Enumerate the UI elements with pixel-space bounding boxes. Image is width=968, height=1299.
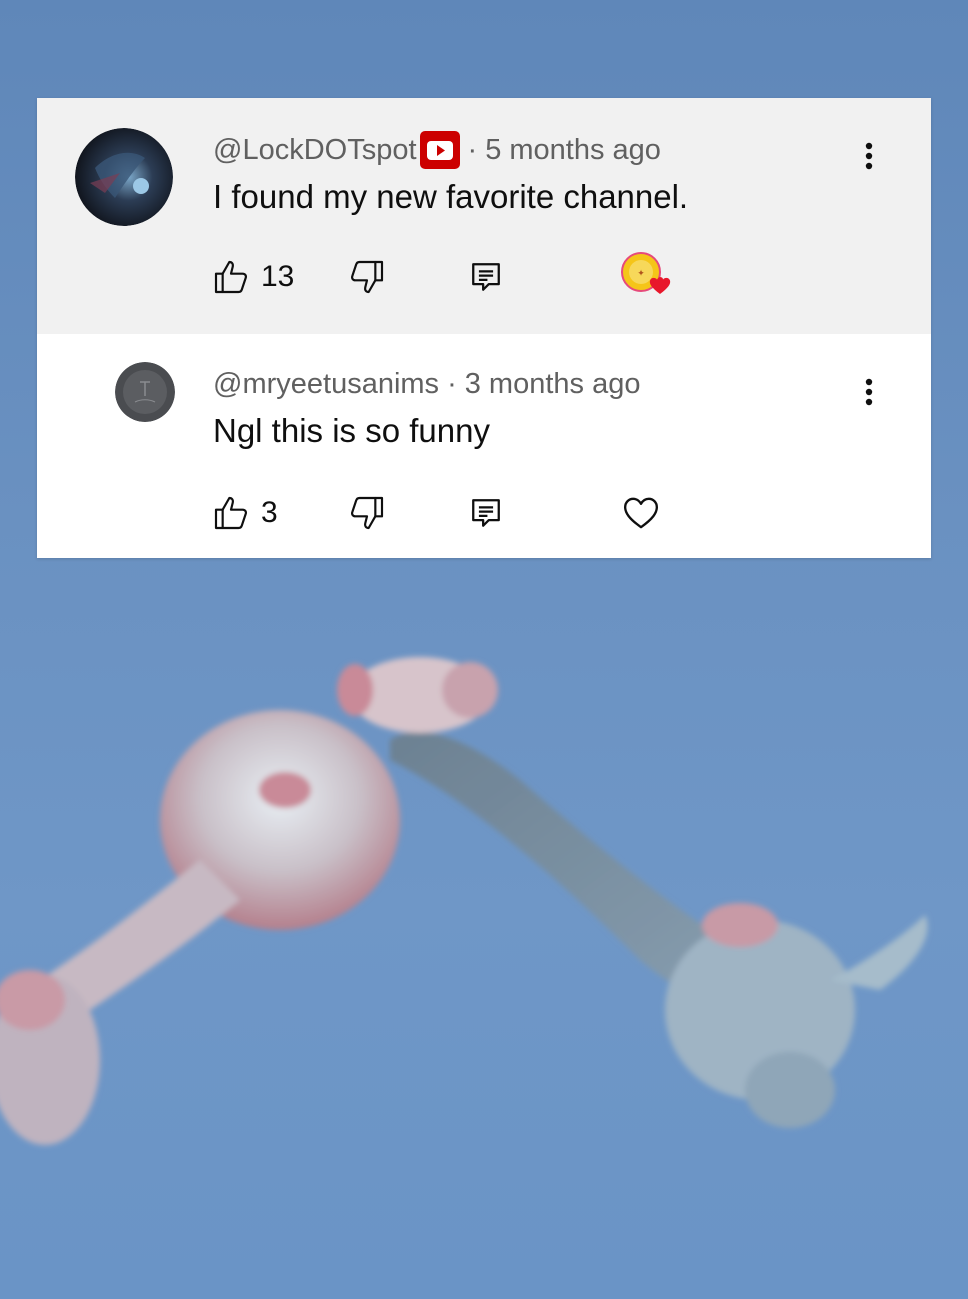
comment-item: @LockDOTspot · 5 months ago I found my n… xyxy=(37,98,931,334)
comment-actions: 13 ✦ xyxy=(211,252,711,300)
comment-time: 3 months ago xyxy=(464,367,641,400)
dislike-button[interactable] xyxy=(347,490,387,536)
comment-actions: 3 xyxy=(211,490,711,536)
comment-author[interactable]: @mryeetusanims xyxy=(213,368,439,401)
comment-item: @mryeetusanims · 3 months ago Ngl this i… xyxy=(37,334,931,558)
meta-separator: · xyxy=(447,367,457,400)
fuzzy-creature xyxy=(0,657,928,1145)
reply-button[interactable] xyxy=(469,254,503,300)
comment-time: 5 months ago xyxy=(485,133,661,166)
avatar[interactable] xyxy=(115,362,175,422)
more-vertical-icon xyxy=(865,378,873,406)
like-button[interactable]: 3 xyxy=(211,490,278,536)
comment-text: I found my new favorite channel. xyxy=(213,178,689,215)
reply-icon xyxy=(472,263,500,291)
thumbs-down-icon xyxy=(351,260,384,294)
thumbs-up-icon xyxy=(214,496,247,530)
meta-separator: · xyxy=(467,133,478,166)
more-options-button[interactable] xyxy=(859,140,879,180)
reply-icon xyxy=(472,499,500,527)
reply-button[interactable] xyxy=(469,490,503,536)
thumbs-down-icon xyxy=(351,496,384,530)
like-button[interactable]: 13 xyxy=(211,254,294,300)
thumbs-up-icon xyxy=(214,260,247,294)
comment-meta: @mryeetusanims · 3 months ago xyxy=(213,364,640,404)
comment-text: Ngl this is so funny xyxy=(213,412,490,449)
heart-icon xyxy=(624,497,658,529)
svg-text:✦: ✦ xyxy=(637,268,645,278)
more-vertical-icon xyxy=(865,142,873,170)
creator-heart-badge: ✦ xyxy=(621,252,673,300)
dislike-button[interactable] xyxy=(347,254,387,300)
like-count: 3 xyxy=(261,496,278,529)
comment-meta: @LockDOTspot · 5 months ago xyxy=(213,130,661,170)
avatar[interactable] xyxy=(75,128,173,226)
like-count: 13 xyxy=(261,260,295,293)
more-options-button[interactable] xyxy=(859,376,879,416)
comments-card: @LockDOTspot · 5 months ago I found my n… xyxy=(37,98,931,558)
heart-icon xyxy=(649,277,671,294)
comment-author[interactable]: @LockDOTspot xyxy=(213,134,417,167)
heart-button[interactable] xyxy=(621,490,661,536)
youtube-play-icon xyxy=(419,131,460,169)
